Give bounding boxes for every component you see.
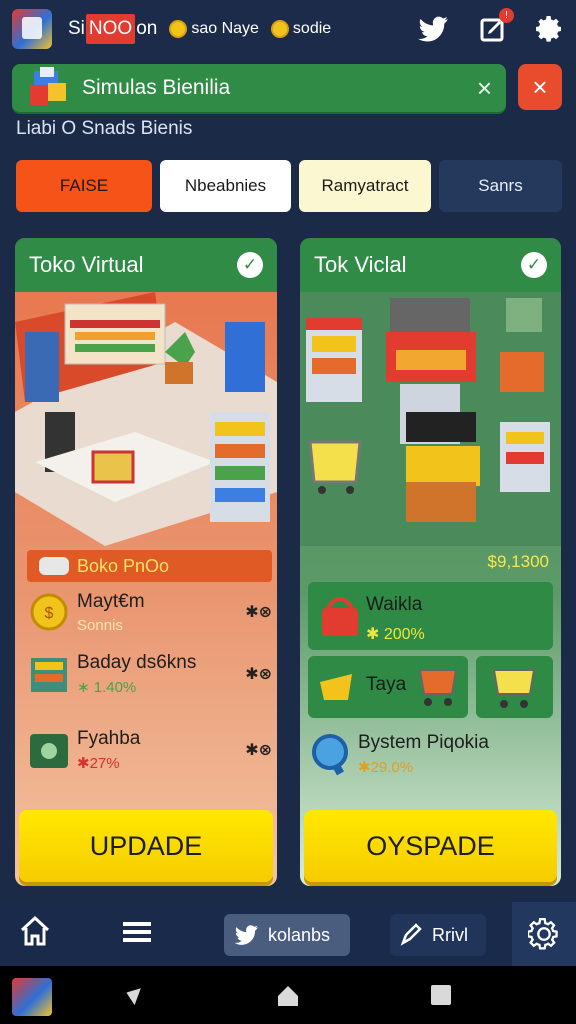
upgrade-button[interactable]: UPDADE	[19, 810, 273, 882]
price-label: $9,1300	[487, 552, 549, 571]
basket-icon	[322, 597, 358, 636]
tab-1[interactable]: FAISE	[16, 160, 152, 212]
subtitle: Liabi O Snads Bienis	[16, 118, 193, 139]
banner-close-icon[interactable]: ×	[477, 75, 492, 101]
system-nav-bar	[0, 966, 576, 1024]
nav-pill-2[interactable]: Rrivl	[390, 914, 486, 956]
app-logo-icon[interactable]	[12, 9, 52, 49]
tab-2[interactable]: Nbeabnies	[160, 160, 291, 212]
cash-register-icon	[39, 557, 69, 575]
tab-4[interactable]: Sanrs	[439, 160, 562, 212]
gear-icon[interactable]	[536, 15, 564, 43]
nav-pill-1-label: kolanbs	[268, 924, 331, 945]
title-banner: Simulas Bienilia ×	[12, 64, 506, 112]
bird-icon[interactable]	[418, 15, 450, 43]
recents-icon[interactable]	[430, 984, 452, 1006]
app-title: Si NOO on	[68, 14, 157, 44]
list-item[interactable]: Fyahba ✱27% ✱⊗	[27, 728, 272, 772]
notification-button[interactable]: !	[480, 8, 514, 42]
item-subtitle: ✱29.0%	[358, 759, 414, 776]
box-title: Taya	[366, 674, 407, 695]
cheese-icon	[320, 674, 352, 700]
banner-title: Simulas Bienilia	[82, 76, 231, 99]
market-illustration	[300, 292, 561, 546]
bottom-nav: kolanbs Rrivl	[0, 902, 576, 966]
home-icon[interactable]	[18, 914, 52, 948]
store-card-right: Tok Viclal ✓ $9,1300 Waikla ✱ 200% Taya …	[300, 238, 561, 886]
list-item[interactable]: Baday ds6kns ∗ 1.40% ✱⊗	[27, 652, 272, 696]
item-mark: ✱⊗	[245, 742, 272, 759]
item-subtitle: ✱27%	[77, 755, 120, 772]
coin-icon: $	[30, 593, 68, 631]
menu-icon[interactable]	[120, 914, 154, 948]
list-item[interactable]: $ Mayt€m Sonnis ✱⊗	[27, 590, 272, 634]
item-title: Baday ds6kns	[77, 652, 197, 673]
coin-icon	[270, 20, 289, 38]
store-card-left: Toko Virtual ✓ Boko PnOo $ Mayt€m Sonnis…	[15, 238, 277, 886]
close-button[interactable]: ×	[518, 64, 562, 110]
item-subtitle: Sonnis	[77, 616, 123, 634]
item-title: Mayt€m	[77, 590, 145, 612]
stat-bar: Boko PnOo	[27, 550, 272, 582]
notification-badge: !	[499, 8, 514, 23]
magnifier-icon	[312, 734, 348, 776]
item-subtitle: ∗ 1.40%	[77, 679, 137, 696]
tab-bar: FAISE Nbeabnies Ramyatract Sanrs	[16, 160, 562, 212]
check-icon[interactable]: ✓	[237, 252, 263, 278]
shelf-icon	[31, 658, 67, 692]
card-header: Tok Viclal ✓	[300, 238, 561, 292]
upgrade-box-2[interactable]: Taya	[308, 656, 468, 718]
app-title-part-1: Si	[68, 18, 85, 39]
close-icon: ×	[532, 71, 548, 102]
cart-icon	[492, 669, 536, 708]
box-value: ✱ 200%	[366, 626, 425, 643]
app-title-tag: NOO	[85, 14, 136, 44]
nav-pill-2-label: Rrivl	[432, 924, 468, 945]
settings-tab[interactable]	[512, 902, 576, 966]
home-nav-icon[interactable]	[276, 984, 300, 1008]
app-title-part-2: on	[136, 18, 158, 39]
store-icon	[26, 61, 70, 105]
coin-balance-1: sao Naye	[191, 20, 259, 37]
item-mark: ✱⊗	[245, 604, 272, 621]
coin-icon	[169, 20, 188, 38]
back-icon[interactable]	[122, 984, 144, 1006]
upgrade-box-1[interactable]: Waikla ✱ 200%	[308, 582, 553, 650]
coin-balance-2: sodie	[292, 20, 332, 37]
box-title: Waikla	[366, 594, 423, 615]
svg-text:$: $	[45, 605, 54, 622]
card-title: Tok Viclal	[314, 252, 407, 277]
gear-icon	[528, 918, 558, 950]
tab-3[interactable]: Ramyatract	[299, 160, 431, 212]
cart-icon	[418, 669, 458, 706]
item-title: Bystem Piqokia	[358, 732, 489, 753]
nav-pill-1[interactable]: kolanbs	[224, 914, 350, 956]
cash-icon	[30, 734, 68, 768]
upgrade-button[interactable]: OYSPADE	[304, 810, 557, 882]
store-illustration	[15, 292, 277, 546]
app-thumbnail-icon[interactable]	[12, 978, 52, 1016]
check-icon[interactable]: ✓	[521, 252, 547, 278]
bird-icon	[234, 925, 258, 945]
stat-label: Boko PnOo	[77, 555, 170, 576]
card-header: Toko Virtual ✓	[15, 238, 277, 292]
card-title: Toko Virtual	[29, 252, 144, 277]
status-bar: Si NOO on sao Naye sodie !	[0, 0, 576, 58]
list-item[interactable]: Bystem Piqokia ✱29.0%	[308, 732, 553, 776]
item-mark: ✱⊗	[245, 666, 272, 683]
cart-box[interactable]	[476, 656, 553, 718]
item-title: Fyahba	[77, 728, 141, 749]
pen-icon	[400, 923, 422, 946]
